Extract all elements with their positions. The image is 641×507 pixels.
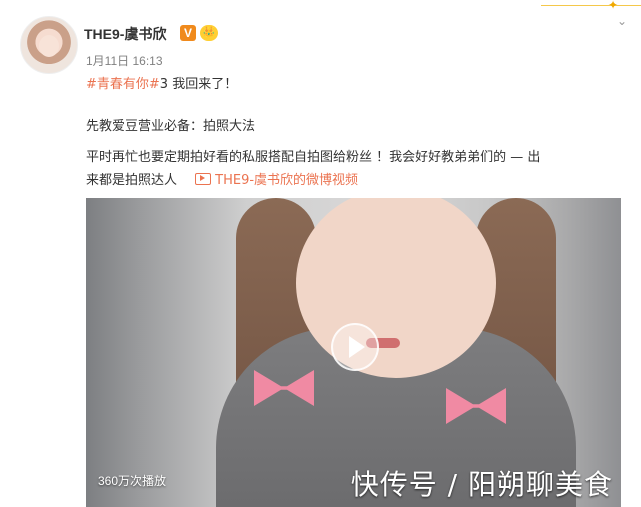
play-icon (349, 336, 365, 358)
post-line-4: 来都是拍照达人 THE9-虞书欣的微博视频 (86, 170, 358, 192)
post-line-1-text: 3 我回来了！ (159, 77, 238, 92)
decoration-line (541, 5, 641, 6)
view-count: 360万次播放 (98, 474, 167, 488)
verified-badge-icon: V (180, 25, 196, 41)
avatar-face (39, 35, 59, 57)
video-player[interactable]: 360万次播放 快传号 / 阳朔聊美食 (86, 198, 621, 507)
username-link[interactable]: THE9-虞书欣 (84, 24, 166, 44)
hashtag-link[interactable]: #青春有你# (86, 77, 160, 92)
chevron-down-icon[interactable]: ⌄ (613, 14, 631, 30)
decoration-mark-icon: ✦ (607, 0, 619, 12)
avatar[interactable] (20, 16, 78, 74)
post-line-2: 先教爱豆营业必备：拍照大法 (86, 119, 256, 134)
video-link-label: THE9-虞书欣的微博视频 (215, 173, 359, 188)
post-line-4-text: 来都是拍照达人 (86, 173, 178, 188)
watermark-text: 快传号 / 阳朔聊美食 (350, 468, 613, 501)
video-link[interactable]: THE9-虞书欣的微博视频 (195, 173, 358, 188)
video-link-icon (195, 173, 212, 185)
crown-badge-icon: 👑 (200, 25, 218, 41)
post-time[interactable]: 1月11日 16:13 (86, 52, 163, 69)
top-right-decoration: ✦ (541, 0, 641, 14)
post-line-1: #青春有你#3 我回来了！ (86, 74, 237, 96)
play-button[interactable] (331, 323, 379, 371)
post-line-3: 平时再忙也要定期拍好看的私服搭配自拍图给粉丝 ！我会好好教弟弟们的 — 出 (86, 150, 541, 165)
